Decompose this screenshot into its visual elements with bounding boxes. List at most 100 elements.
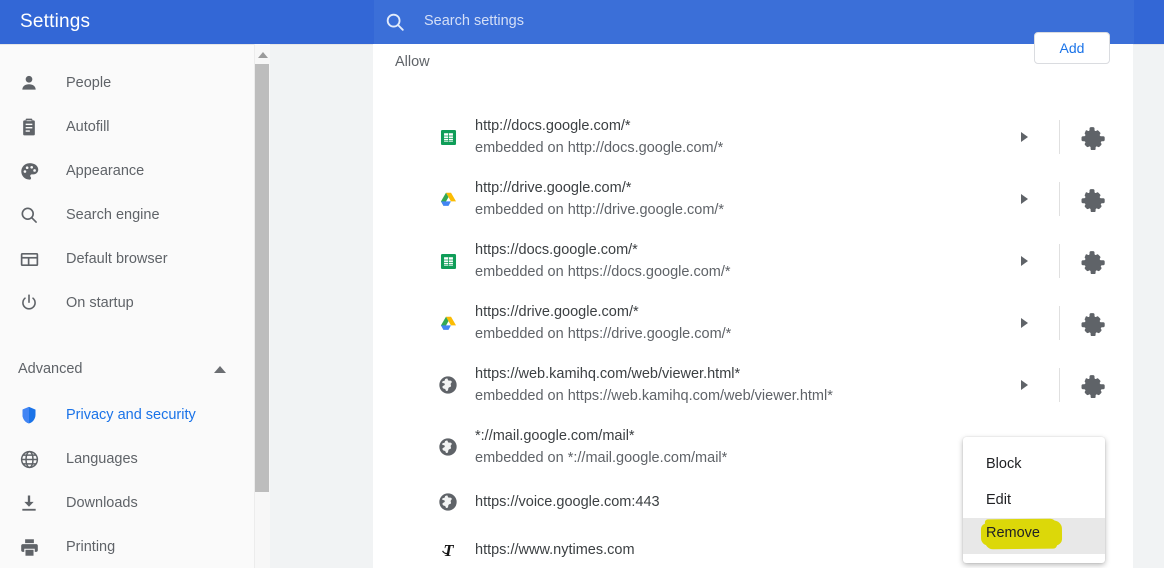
- top-bar: Settings Search settings: [0, 0, 1164, 44]
- chevron-up-icon[interactable]: [214, 366, 226, 373]
- table-row[interactable]: https://web.kamihq.com/web/viewer.html* …: [373, 354, 1133, 416]
- sidebar-scrollbar-thumb[interactable]: [255, 64, 269, 492]
- search-icon: [384, 11, 406, 33]
- search-input-placeholder[interactable]: Search settings: [424, 13, 524, 29]
- table-row[interactable]: http://docs.google.com/* embedded on htt…: [373, 106, 1133, 168]
- puzzle-piece-icon[interactable]: [1080, 124, 1106, 151]
- page-title: Settings: [20, 11, 91, 32]
- top-bar-left: Settings: [0, 0, 374, 44]
- sidebar-item-autofill[interactable]: Autofill: [0, 105, 256, 149]
- sidebar-item-people[interactable]: People: [0, 61, 256, 105]
- sidebar-item-downloads[interactable]: Downloads: [0, 481, 256, 525]
- google-sheets-icon: [437, 126, 459, 148]
- row-text-group: https://voice.google.com:443: [475, 492, 660, 512]
- table-row[interactable]: http://drive.google.com/* embedded on ht…: [373, 168, 1133, 230]
- row-title: https://web.kamihq.com/web/viewer.html*: [475, 366, 741, 382]
- google-drive-icon: [437, 188, 459, 210]
- context-menu: Block Edit: [963, 437, 1105, 563]
- puzzle-piece-icon[interactable]: [1080, 372, 1106, 399]
- row-title: https://docs.google.com/*: [475, 242, 638, 258]
- shield-icon: [18, 404, 40, 426]
- browser-window-icon: [18, 248, 40, 270]
- row-title: *://mail.google.com/mail*: [475, 428, 635, 444]
- row-divider: [1059, 120, 1060, 154]
- sidebar-item-appearance[interactable]: Appearance: [0, 149, 256, 193]
- sidebar-section-advanced[interactable]: Advanced: [0, 349, 256, 393]
- table-row[interactable]: https://docs.google.com/* embedded on ht…: [373, 230, 1133, 292]
- row-divider: [1059, 182, 1060, 216]
- row-text-group: https://www.nytimes.com: [475, 540, 635, 560]
- puzzle-piece-icon[interactable]: [1080, 186, 1106, 213]
- scroll-up-arrow-icon[interactable]: [258, 52, 268, 58]
- row-subtitle: embedded on *://mail.google.com/mail*: [475, 450, 728, 466]
- puzzle-piece-icon[interactable]: [1080, 248, 1106, 275]
- row-title: https://drive.google.com/*: [475, 304, 639, 320]
- sidebar-item-label: Search engine: [66, 207, 160, 223]
- sidebar-item-on-startup[interactable]: On startup: [0, 281, 256, 325]
- row-subtitle: embedded on https://docs.google.com/*: [475, 264, 731, 280]
- top-bar-right: [1134, 0, 1164, 44]
- sidebar: People Autofill Appearance Search engine…: [0, 44, 256, 568]
- sidebar-item-label: Downloads: [66, 495, 138, 511]
- sidebar-item-label: Default browser: [66, 251, 168, 267]
- context-menu-item-edit[interactable]: Edit: [963, 482, 1105, 518]
- sidebar-item-label: Privacy and security: [66, 407, 196, 423]
- row-subtitle: embedded on https://web.kamihq.com/web/v…: [475, 388, 833, 404]
- chevron-right-icon[interactable]: [1021, 194, 1028, 204]
- row-title: http://drive.google.com/*: [475, 180, 632, 196]
- row-divider: [1059, 368, 1060, 402]
- add-button[interactable]: Add: [1034, 32, 1110, 64]
- row-text-group: http://docs.google.com/* embedded on htt…: [475, 115, 723, 159]
- sidebar-item-printing[interactable]: Printing: [0, 525, 256, 568]
- search-icon: [18, 204, 40, 226]
- row-subtitle: embedded on http://drive.google.com/*: [475, 202, 725, 218]
- sidebar-item-label: Autofill: [66, 119, 110, 135]
- allow-group-label: Allow: [395, 54, 430, 70]
- sidebar-item-label: Languages: [66, 451, 138, 467]
- sidebar-section-label: Advanced: [18, 361, 83, 377]
- row-title: http://docs.google.com/*: [475, 118, 631, 134]
- row-divider: [1059, 244, 1060, 278]
- power-icon: [18, 292, 40, 314]
- puzzle-piece-icon[interactable]: [1080, 310, 1106, 337]
- settings-window: Settings Search settings People Autofill…: [0, 0, 1164, 568]
- row-title: https://voice.google.com:443: [475, 494, 660, 510]
- sidebar-item-label: People: [66, 75, 112, 91]
- row-divider: [1059, 306, 1060, 340]
- row-title: https://www.nytimes.com: [475, 542, 635, 558]
- sidebar-item-languages[interactable]: Languages: [0, 437, 256, 481]
- row-text-group: *://mail.google.com/mail* embedded on *:…: [475, 425, 727, 469]
- sidebar-item-label: Printing: [66, 539, 116, 555]
- printer-icon: [18, 536, 40, 558]
- row-text-group: https://docs.google.com/* embedded on ht…: [475, 239, 731, 283]
- row-text-group: https://drive.google.com/* embedded on h…: [475, 301, 731, 345]
- globe-icon: [18, 448, 40, 470]
- svg-text:T: T: [443, 541, 454, 560]
- google-drive-icon: [437, 312, 459, 334]
- sidebar-item-search-engine[interactable]: Search engine: [0, 193, 256, 237]
- chevron-right-icon[interactable]: [1021, 380, 1028, 390]
- sidebar-item-default-browser[interactable]: Default browser: [0, 237, 256, 281]
- table-row[interactable]: https://drive.google.com/* embedded on h…: [373, 292, 1133, 354]
- google-sheets-icon: [437, 250, 459, 272]
- chevron-right-icon[interactable]: [1021, 256, 1028, 266]
- sidebar-item-label: Appearance: [66, 163, 145, 179]
- row-subtitle: embedded on http://docs.google.com/*: [475, 140, 724, 156]
- search-bar[interactable]: Search settings: [374, 0, 1134, 44]
- chevron-right-icon[interactable]: [1021, 132, 1028, 142]
- context-menu-item-remove[interactable]: [963, 518, 1105, 554]
- sidebar-item-privacy-and-security[interactable]: Privacy and security: [0, 393, 256, 437]
- person-icon: [18, 72, 40, 94]
- row-text-group: http://drive.google.com/* embedded on ht…: [475, 177, 724, 221]
- row-subtitle: embedded on https://drive.google.com/*: [475, 326, 732, 342]
- nytimes-icon: T: [437, 539, 459, 561]
- clipboard-icon: [18, 116, 40, 138]
- palette-icon: [18, 160, 40, 182]
- globe-icon: [437, 374, 459, 396]
- chevron-right-icon[interactable]: [1021, 318, 1028, 328]
- row-text-group: https://web.kamihq.com/web/viewer.html* …: [475, 363, 833, 407]
- globe-icon: [437, 491, 459, 513]
- context-menu-item-block[interactable]: Block: [963, 446, 1105, 482]
- download-icon: [18, 492, 40, 514]
- sidebar-item-label: On startup: [66, 295, 134, 311]
